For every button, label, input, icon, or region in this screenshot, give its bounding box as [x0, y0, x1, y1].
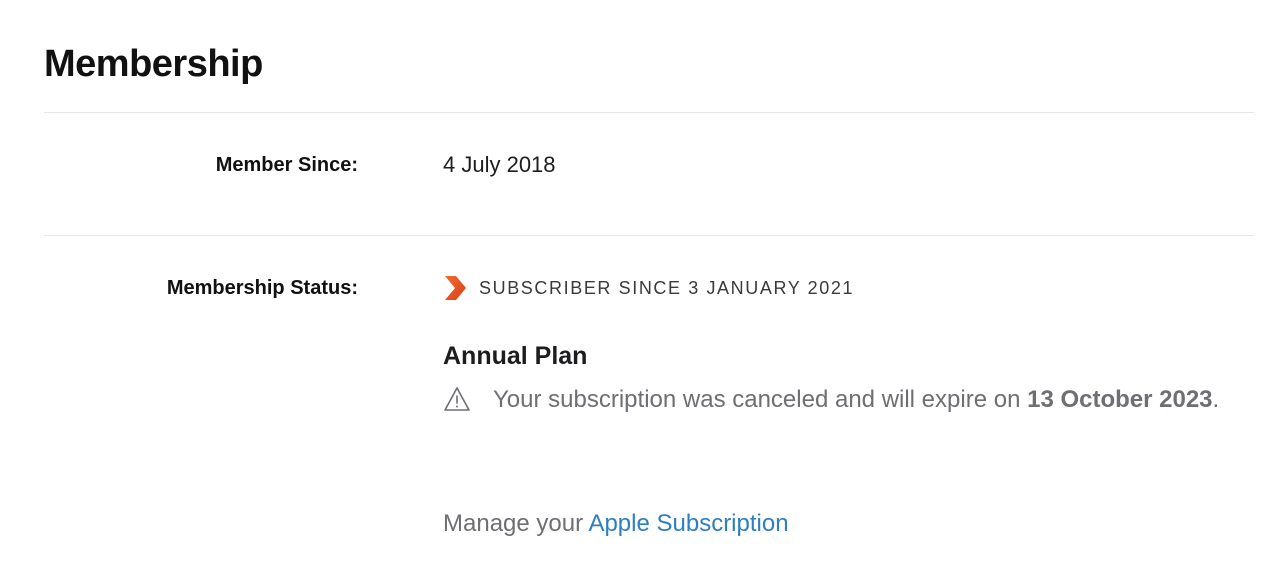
subscriber-since-text: SUBSCRIBER SINCE 3 JANUARY 2021 [479, 277, 855, 298]
page-title: Membership [44, 43, 263, 85]
member-since-label: Member Since: [215, 154, 358, 176]
notice-text-after: . [1212, 386, 1220, 413]
member-since-value: 4 July 2018 [443, 152, 556, 177]
apple-subscription-link[interactable]: Apple Subscription [588, 510, 788, 537]
section-divider [44, 235, 1254, 236]
section-divider [44, 112, 1254, 113]
cancellation-notice-text: Your subscription was canceled and will … [493, 383, 1219, 417]
notice-text-before: Your subscription was canceled and will … [493, 386, 1028, 413]
subscriber-status-line: SUBSCRIBER SINCE 3 JANUARY 2021 [443, 274, 854, 302]
cancellation-notice: Your subscription was canceled and will … [443, 383, 1233, 417]
membership-status-label: Membership Status: [166, 277, 358, 299]
expiry-date: 13 October 2023 [1027, 386, 1213, 413]
manage-prefix: Manage your [443, 510, 589, 537]
orange-chevron-icon [445, 276, 466, 300]
plan-name: Annual Plan [443, 342, 588, 370]
manage-subscription-line: Manage your Apple Subscription [443, 510, 789, 538]
membership-page: Membership Member Since: 4 July 2018 Mem… [0, 0, 1280, 578]
warning-triangle-icon [444, 387, 470, 411]
